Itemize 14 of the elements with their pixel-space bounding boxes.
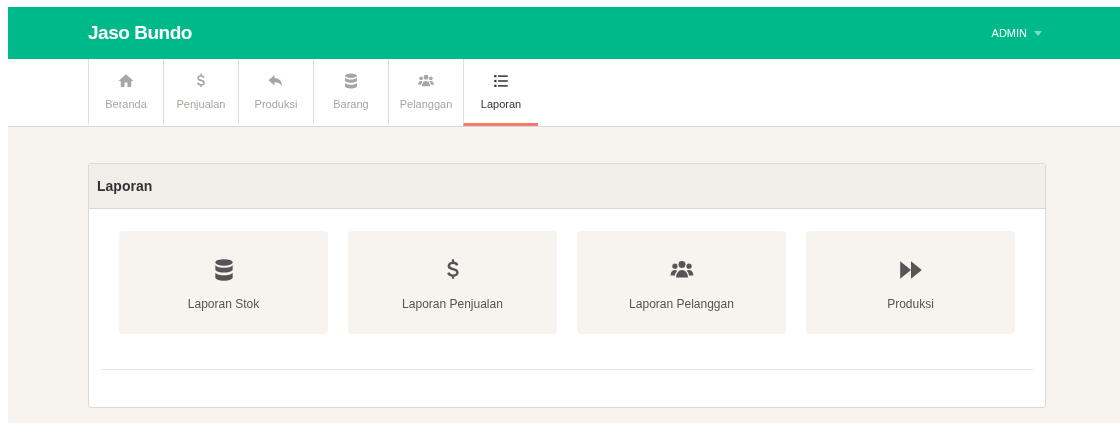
nav-tab[interactable]: Produksi	[238, 59, 313, 126]
report-tile[interactable]: Laporan Stok	[119, 231, 328, 334]
database-icon	[342, 72, 360, 91]
report-tile[interactable]: Produksi	[806, 231, 1015, 334]
nav-tab[interactable]: Penjualan	[163, 59, 238, 126]
nav-tab[interactable]: Pelanggan	[388, 59, 463, 126]
panel-title: Laporan	[97, 176, 153, 196]
report-tile[interactable]: Laporan Pelanggan	[577, 231, 786, 334]
nav-tab[interactable]: Barang	[313, 59, 388, 126]
caret-icon	[1034, 30, 1042, 36]
nav-tab[interactable]: Beranda	[88, 59, 163, 126]
user-menu[interactable]: ADMIN	[991, 24, 1042, 42]
brand-title[interactable]: Jaso Bundo	[88, 18, 192, 48]
report-tile[interactable]: Laporan Penjualan	[348, 231, 557, 334]
